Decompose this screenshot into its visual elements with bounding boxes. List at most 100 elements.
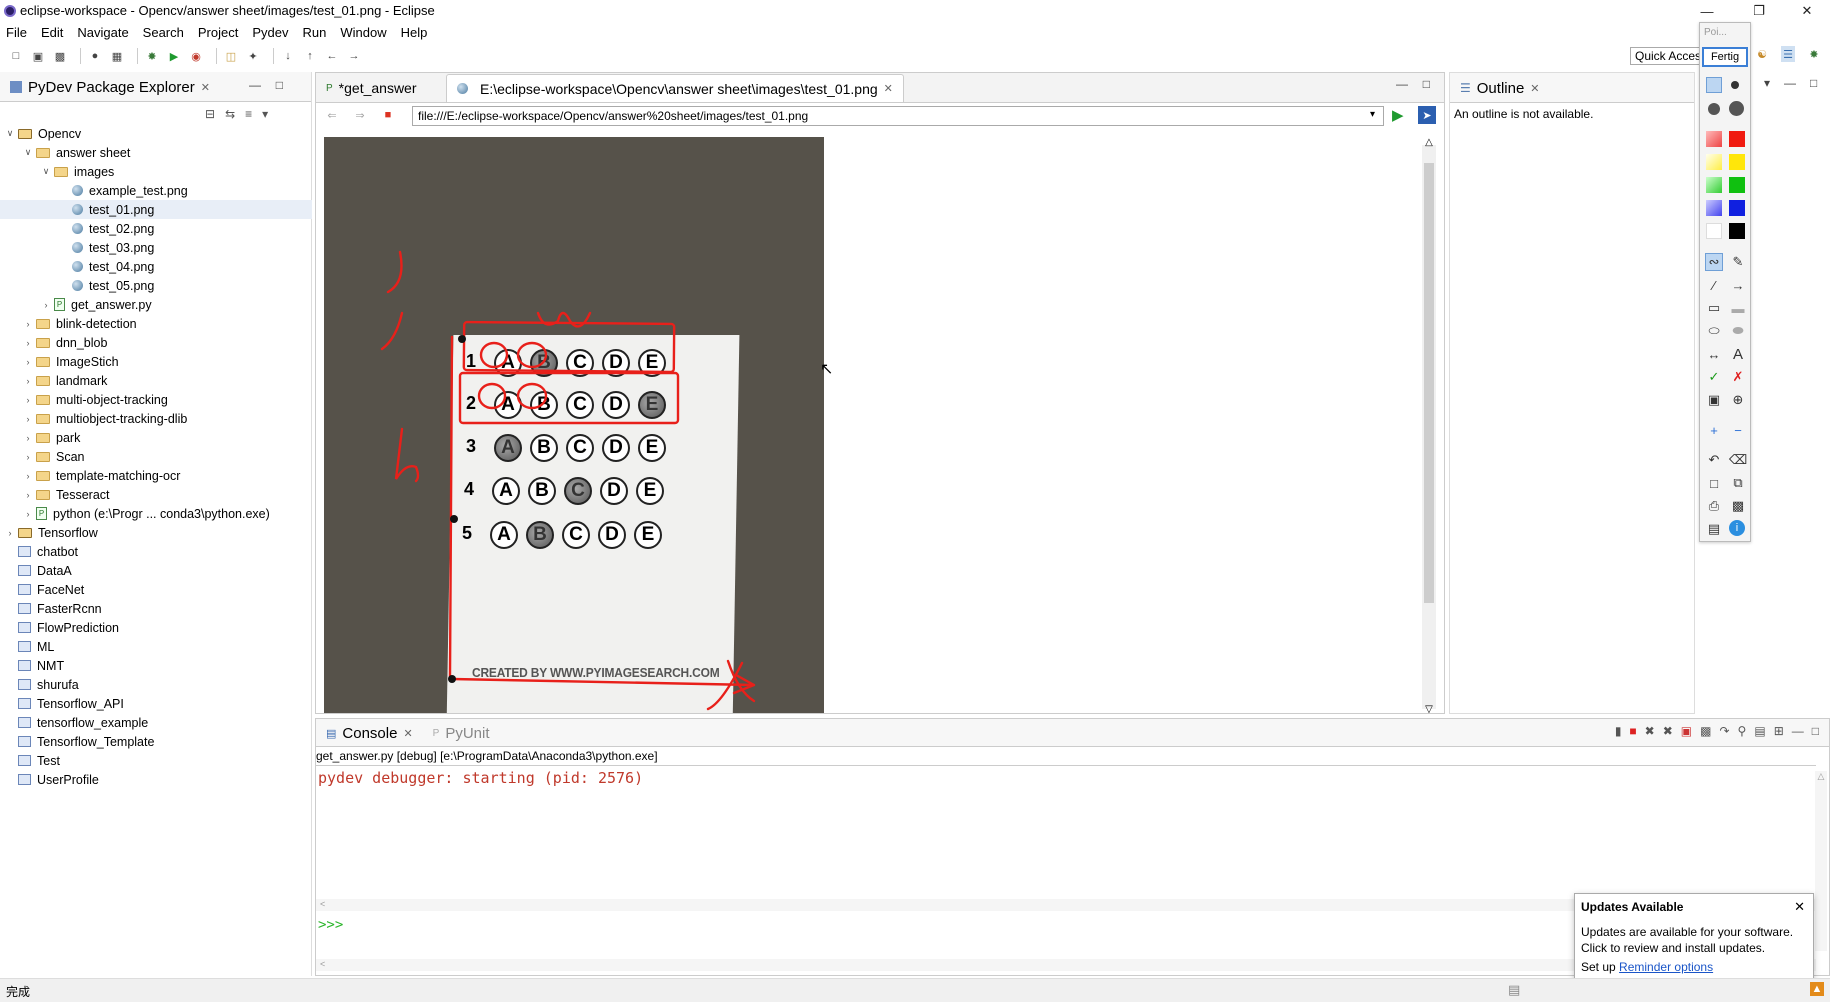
check-icon[interactable]: ✓ [1705,368,1723,386]
tree-item[interactable]: shurufa [0,675,312,694]
save-drawing-icon[interactable]: ▩ [1729,497,1747,515]
minimize-editor-icon[interactable]: — [1396,77,1408,91]
expanded-icon[interactable]: ∨ [22,147,34,158]
expanded-icon[interactable]: ∨ [4,128,16,139]
display-selected-icon[interactable]: ▤ [1754,724,1765,738]
menu-search[interactable]: Search [143,25,184,40]
tree-item[interactable]: › multi-object-tracking [0,390,312,409]
minimize-button[interactable]: — [1684,0,1730,22]
tab-image-viewer[interactable]: E:\eclipse-workspace\Opencv\answer sheet… [446,74,904,102]
save-all-icon[interactable]: ▩ [52,48,68,64]
tree-item[interactable]: › landmark [0,371,312,390]
scroll-thumb[interactable] [1424,163,1434,603]
cross-icon[interactable]: ✗ [1729,368,1747,386]
link-editor-icon[interactable]: ⇆ [225,107,235,121]
maximize-outline-icon[interactable]: □ [1810,76,1817,90]
trash-icon[interactable]: ⌫ [1729,451,1747,469]
pen-size-large[interactable] [1708,103,1720,115]
filter-icon[interactable]: ≡ [245,107,252,121]
tree-item[interactable]: NMT [0,656,312,675]
scroll-up-icon[interactable]: △ [1422,137,1436,148]
menu-navigate[interactable]: Navigate [77,25,128,40]
new-console-icon[interactable]: ⊞ [1774,724,1784,738]
run-icon[interactable]: ▶ [166,48,182,64]
tree-item[interactable]: Test [0,751,312,770]
freehand-icon[interactable]: ∾ [1705,253,1723,271]
tree-item[interactable]: › blink-detection [0,314,312,333]
copy-icon[interactable]: ⧉ [1729,474,1747,492]
color-green[interactable] [1729,177,1745,193]
tree-item[interactable]: › Tesseract [0,485,312,504]
menu-project[interactable]: Project [198,25,238,40]
quick-access-input[interactable]: Quick Access [1630,47,1702,65]
tree-item[interactable]: › ImageStich [0,352,312,371]
debug-perspective-icon[interactable]: ✸ [1807,46,1821,62]
highlighter-icon[interactable]: ✎ [1729,253,1747,271]
external-tools-icon[interactable]: ◉ [188,48,204,64]
maximize-view-icon[interactable]: □ [276,78,283,92]
tab-package-explorer[interactable]: PyDev Package Explorer ✕ [0,73,220,101]
tree-item[interactable]: test_01.png [0,200,312,219]
tree-item[interactable]: test_05.png [0,276,312,295]
remove-all-icon[interactable]: ✖ [1663,724,1673,738]
color-black[interactable] [1729,223,1745,239]
color-light-yellow[interactable] [1706,154,1722,170]
collapsed-icon[interactable]: › [40,300,52,310]
forward-icon[interactable]: → [346,48,362,64]
url-dropdown-icon[interactable]: ▾ [1370,109,1375,120]
plus-icon[interactable]: + [1705,421,1723,439]
double-arrow-icon[interactable]: ↔ [1705,345,1723,363]
maximize-editor-icon[interactable]: □ [1423,77,1430,91]
popup-close-icon[interactable]: ✕ [1794,899,1805,915]
collapsed-icon[interactable]: › [22,357,34,367]
back-icon[interactable]: ← [324,48,340,64]
menu-window[interactable]: Window [340,25,386,40]
tab-pyunit[interactable]: P PyUnit [423,720,500,746]
tree-item[interactable]: › Pget_answer.py [0,295,312,314]
zoom-icon[interactable]: ⊕ [1729,391,1747,409]
package-icon[interactable]: ▦ [109,48,125,64]
tree-item[interactable]: UserProfile [0,770,312,789]
tree-item[interactable]: tensorflow_example [0,713,312,732]
arrow-icon[interactable]: → [1729,276,1747,294]
tree-item[interactable]: example_test.png [0,181,312,200]
minus-icon[interactable]: − [1729,421,1747,439]
menu-file[interactable]: File [6,25,27,40]
updates-icon[interactable]: ▲ [1810,982,1824,996]
menu-pydev[interactable]: Pydev [252,25,288,40]
collapsed-icon[interactable]: › [22,376,34,386]
close-icon[interactable]: ✕ [403,727,412,740]
collapse-all-icon[interactable]: ⊟ [205,107,215,121]
collapsed-icon[interactable]: › [4,528,16,538]
save-icon[interactable]: ▣ [30,48,46,64]
color-light-red[interactable] [1706,131,1722,147]
close-icon[interactable]: ✕ [201,81,210,94]
info-icon[interactable]: i [1729,520,1745,536]
prev-annotation-icon[interactable]: ↑ [302,48,318,64]
clear-console-icon[interactable]: ▣ [1681,724,1692,738]
expanded-icon[interactable]: ∨ [40,166,52,177]
color-light-green[interactable] [1706,177,1722,193]
color-blue[interactable] [1729,200,1745,216]
collapsed-icon[interactable]: › [22,414,34,424]
color-red[interactable] [1729,131,1745,147]
ellipse-icon[interactable]: ⬭ [1705,322,1723,340]
color-yellow[interactable] [1729,154,1745,170]
scroll-down-icon[interactable]: ▽ [1422,704,1436,715]
terminate-icon[interactable]: ■ [1629,724,1636,738]
tree-item[interactable]: Tensorflow_Template [0,732,312,751]
close-button[interactable]: ✕ [1784,0,1830,22]
next-annotation-icon[interactable]: ↓ [280,48,296,64]
tree-item[interactable]: DataA [0,561,312,580]
menu-run[interactable]: Run [302,25,326,40]
tree-item[interactable]: › template-matching-ocr [0,466,312,485]
tree-item[interactable]: › Tensorflow [0,523,312,542]
minimize-console-icon[interactable]: — [1792,724,1804,738]
screen-icon[interactable]: ▤ [1705,520,1723,538]
color-light-blue[interactable] [1706,200,1722,216]
tree-item[interactable]: ∨ Opencv [0,124,312,143]
tree-item[interactable]: test_04.png [0,257,312,276]
undo-icon[interactable]: ↶ [1705,451,1723,469]
tree-item[interactable]: FasterRcnn [0,599,312,618]
open-folder-icon[interactable]: ◫ [223,48,239,64]
